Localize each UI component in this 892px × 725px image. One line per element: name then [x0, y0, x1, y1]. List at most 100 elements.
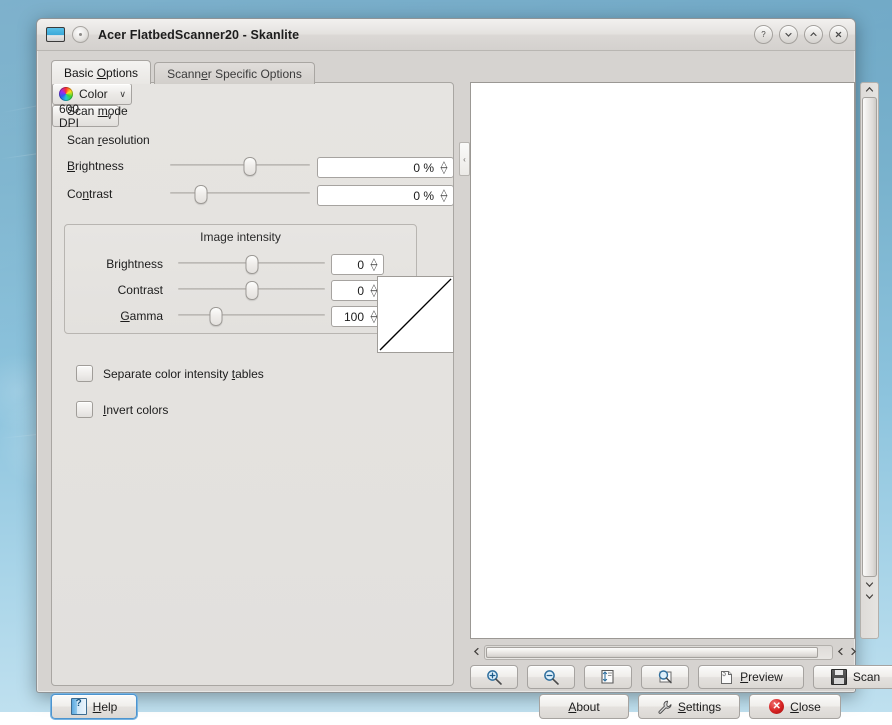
- scan-resolution-label: Scan resolution: [67, 133, 150, 147]
- tab-scanner-specific-options[interactable]: Scanner Specific Options: [154, 62, 315, 84]
- scroll-left-arrow-icon[interactable]: [470, 647, 483, 659]
- brightness-spinner-arrows[interactable]: △▽: [438, 162, 450, 173]
- contrast-slider-handle[interactable]: [194, 185, 207, 204]
- intensity-brightness-handle[interactable]: [245, 255, 258, 274]
- zoom-fit-button[interactable]: [584, 665, 632, 689]
- horizontal-scroll-thumb[interactable]: [486, 647, 818, 658]
- separate-color-intensity-tables-checkbox[interactable]: Separate color intensity tables: [76, 365, 264, 382]
- chevron-left-icon: ‹: [463, 155, 466, 164]
- help-button-label: Help: [93, 700, 118, 714]
- contrast-label: Contrast: [67, 187, 112, 201]
- close-button-label: Close: [790, 700, 821, 714]
- intensity-gamma-track: [178, 314, 325, 316]
- dialog-right-buttons: About Settings ✕ Close: [539, 694, 841, 719]
- brightness-slider-handle[interactable]: [243, 157, 256, 176]
- title-bar: Acer FlatbedScanner20 - Skanlite ?: [37, 19, 855, 51]
- scan-button-label: Scan: [853, 670, 880, 684]
- preview-vertical-scrollbar[interactable]: [860, 82, 879, 639]
- window-title: Acer FlatbedScanner20 - Skanlite: [98, 28, 299, 42]
- intensity-brightness-spinbox[interactable]: 0 △▽: [331, 254, 384, 275]
- brightness-value: 0 %: [323, 161, 438, 175]
- scan-button[interactable]: Scan: [813, 665, 892, 689]
- checkbox-box[interactable]: [76, 365, 93, 382]
- zoom-in-icon: [485, 669, 503, 685]
- save-floppy-icon: [831, 669, 847, 685]
- zoom-in-button[interactable]: [470, 665, 518, 689]
- tab-scanner-specific-options-label: Scanner Specific Options: [167, 67, 302, 81]
- basic-options-panel: Scan mode Color ∨ Scan resolution 600 DP…: [51, 82, 454, 686]
- image-intensity-group: Image intensity Brightness 0 △▽ Contrast: [64, 224, 417, 334]
- brightness-label: Brightness: [67, 159, 124, 173]
- brightness-slider-track: [170, 164, 310, 166]
- tab-basic-options-label: Basic Options: [64, 66, 138, 80]
- brightness-label-row: Brightness: [67, 159, 124, 173]
- brightness-slider[interactable]: [170, 157, 310, 173]
- titlebar-maximize-button[interactable]: [804, 25, 823, 44]
- preview-area[interactable]: [470, 82, 843, 639]
- intensity-contrast-handle[interactable]: [245, 281, 258, 300]
- intensity-gamma-label-row: Gamma: [73, 309, 163, 323]
- titlebar-close-button[interactable]: [829, 25, 848, 44]
- contrast-spinner-arrows[interactable]: △▽: [438, 190, 450, 201]
- brightness-spinbox[interactable]: 0 % △▽: [317, 157, 454, 178]
- intensity-contrast-label-row: Contrast: [73, 283, 163, 297]
- intensity-gamma-value: 100: [337, 310, 368, 324]
- scroll-down-arrow-icon-2[interactable]: [861, 590, 878, 602]
- contrast-slider-track: [170, 192, 310, 194]
- intensity-contrast-slider[interactable]: [178, 281, 325, 297]
- scroll-up-arrow-icon[interactable]: [861, 83, 878, 96]
- panel-splitter[interactable]: ‹: [456, 82, 470, 686]
- intensity-gamma-handle[interactable]: [210, 307, 223, 326]
- intensity-brightness-value: 0: [337, 258, 368, 272]
- vertical-scroll-thumb[interactable]: [862, 97, 877, 577]
- tab-strip: Basic Options Scanner Specific Options: [51, 60, 318, 84]
- contrast-slider[interactable]: [170, 185, 310, 201]
- close-button[interactable]: ✕ Close: [749, 694, 841, 719]
- gamma-curve-preview: [377, 276, 454, 353]
- title-bar-buttons: ?: [754, 19, 848, 50]
- splitter-collapse-handle[interactable]: ‹: [459, 142, 470, 176]
- intensity-brightness-arrows[interactable]: △▽: [368, 259, 380, 270]
- contrast-spinbox[interactable]: 0 % △▽: [317, 185, 454, 206]
- intensity-gamma-slider[interactable]: [178, 307, 325, 323]
- checkbox-box[interactable]: [76, 401, 93, 418]
- zoom-out-icon: [542, 669, 560, 685]
- scan-resolution-row: Scan resolution: [67, 133, 150, 147]
- zoom-fit-icon: [599, 669, 617, 685]
- zoom-out-button[interactable]: [527, 665, 575, 689]
- preview-horizontal-scrollbar[interactable]: [470, 643, 860, 662]
- help-book-icon: [71, 698, 87, 715]
- preview-button-label: Preview: [740, 670, 783, 684]
- scanner-icon: [46, 27, 65, 42]
- application-window: Acer FlatbedScanner20 - Skanlite ? Basic…: [36, 18, 856, 693]
- contrast-value: 0 %: [323, 189, 438, 203]
- scroll-left-arrow-icon-2[interactable]: [834, 647, 847, 659]
- titlebar-help-button[interactable]: ?: [754, 25, 773, 44]
- document-icon: [719, 670, 734, 685]
- intensity-brightness-label: Brightness: [106, 257, 163, 271]
- intensity-brightness-slider[interactable]: [178, 255, 325, 271]
- contrast-label-row: Contrast: [67, 187, 112, 201]
- titlebar-minimize-button[interactable]: [779, 25, 798, 44]
- scroll-right-arrow-icon[interactable]: [847, 647, 860, 659]
- scroll-down-arrow-icon[interactable]: [861, 578, 878, 590]
- scan-mode-label: Scan mode: [67, 104, 128, 118]
- scan-mode-value: Color: [79, 87, 112, 101]
- intensity-contrast-label: Contrast: [118, 283, 163, 297]
- about-button[interactable]: About: [539, 694, 629, 719]
- preview-canvas[interactable]: [470, 82, 855, 639]
- zoom-selection-button[interactable]: [641, 665, 689, 689]
- invert-colors-checkbox[interactable]: Invert colors: [76, 401, 168, 418]
- about-button-label: About: [568, 700, 599, 714]
- horizontal-scroll-track[interactable]: [484, 645, 833, 660]
- settings-button[interactable]: Settings: [638, 694, 740, 719]
- separate-color-intensity-tables-label: Separate color intensity tables: [103, 367, 264, 381]
- image-intensity-title: Image intensity: [65, 230, 416, 244]
- wrench-icon: [657, 700, 672, 714]
- intensity-gamma-label: Gamma: [120, 309, 163, 323]
- invert-colors-label: Invert colors: [103, 403, 168, 417]
- help-button[interactable]: Help: [51, 694, 137, 719]
- gamma-curve-icon: [378, 277, 453, 352]
- preview-button[interactable]: Preview: [698, 665, 804, 689]
- tab-basic-options[interactable]: Basic Options: [51, 60, 151, 84]
